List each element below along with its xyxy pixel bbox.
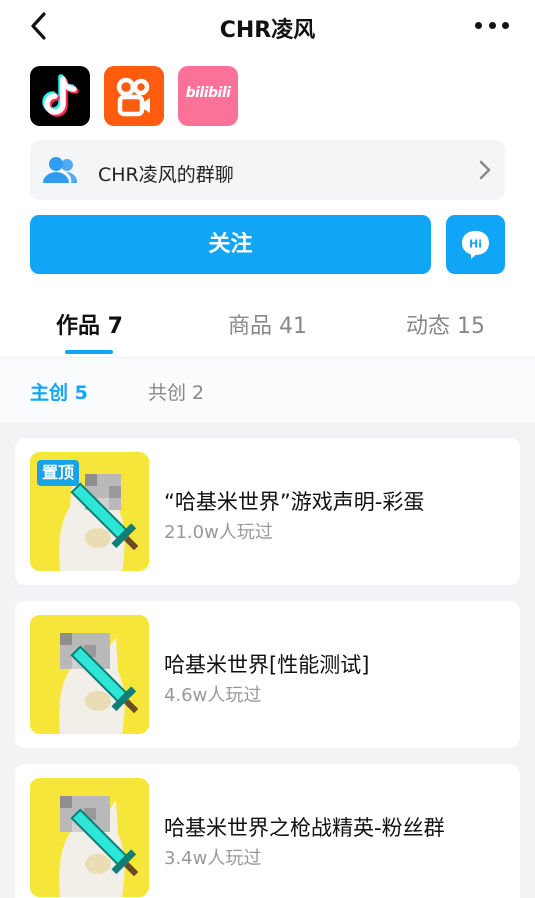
group-chat-label: CHR凌风的群聊 <box>98 164 234 186</box>
tiktok-icon[interactable] <box>30 66 90 126</box>
tab-dynamics[interactable]: 动态 15 <box>406 308 485 340</box>
more-options-button[interactable] <box>475 20 509 30</box>
work-play-count: 3.4w人玩过 <box>164 848 262 869</box>
group-users-icon <box>43 157 78 183</box>
kuaishou-icon[interactable] <box>104 66 164 126</box>
hi-text: Hi <box>469 238 482 251</box>
content-tabs: 作品 7 商品 41 动态 15 <box>0 296 535 356</box>
group-chat-row[interactable]: CHR凌风的群聊 <box>30 140 505 200</box>
work-thumbnail <box>30 778 149 897</box>
tab-goods[interactable]: 商品 41 <box>228 308 307 340</box>
work-card[interactable]: 哈基米世界[性能测试] 4.6w人玩过 <box>15 601 520 748</box>
more-dot-icon <box>475 21 482 29</box>
cat-sword-thumbnail-icon <box>30 778 149 897</box>
work-thumbnail <box>30 615 149 734</box>
follow-button[interactable]: 关注 <box>30 215 431 274</box>
chevron-right-icon <box>479 160 491 180</box>
pinned-badge: 置顶 <box>37 460 80 486</box>
work-card[interactable]: 哈基米世界之枪战精英-粉丝群 3.4w人玩过 <box>15 764 520 898</box>
bilibili-logo-text: bilibili <box>185 85 231 101</box>
work-title: “哈基米世界”游戏声明-彩蛋 <box>164 490 425 514</box>
more-dot-icon <box>488 21 496 29</box>
cat-sword-thumbnail-icon <box>30 615 149 734</box>
active-tab-indicator <box>65 350 113 354</box>
page-title: CHR凌风 <box>219 18 316 43</box>
top-bar: CHR凌风 <box>0 0 535 52</box>
work-card[interactable]: 置顶 “哈基米世界”游戏声明-彩蛋 21.0w人玩过 <box>15 438 520 585</box>
work-title: 哈基米世界之枪战精英-粉丝群 <box>164 816 445 840</box>
more-dot-icon <box>502 21 509 29</box>
work-thumbnail: 置顶 <box>30 452 149 571</box>
platform-links: bilibili <box>30 66 238 126</box>
subtab-co-creator[interactable]: 共创 2 <box>148 378 204 405</box>
tab-works[interactable]: 作品 7 <box>56 308 123 340</box>
hi-chat-icon: Hi <box>462 231 489 259</box>
work-title: 哈基米世界[性能测试] <box>164 653 370 677</box>
greet-button[interactable]: Hi <box>446 215 505 274</box>
works-subtabs: 主创 5 共创 2 <box>0 358 535 422</box>
work-play-count: 4.6w人玩过 <box>164 685 262 706</box>
work-play-count: 21.0w人玩过 <box>164 522 273 543</box>
bilibili-icon[interactable]: bilibili <box>178 66 238 126</box>
subtab-main-creator[interactable]: 主创 5 <box>30 378 88 405</box>
